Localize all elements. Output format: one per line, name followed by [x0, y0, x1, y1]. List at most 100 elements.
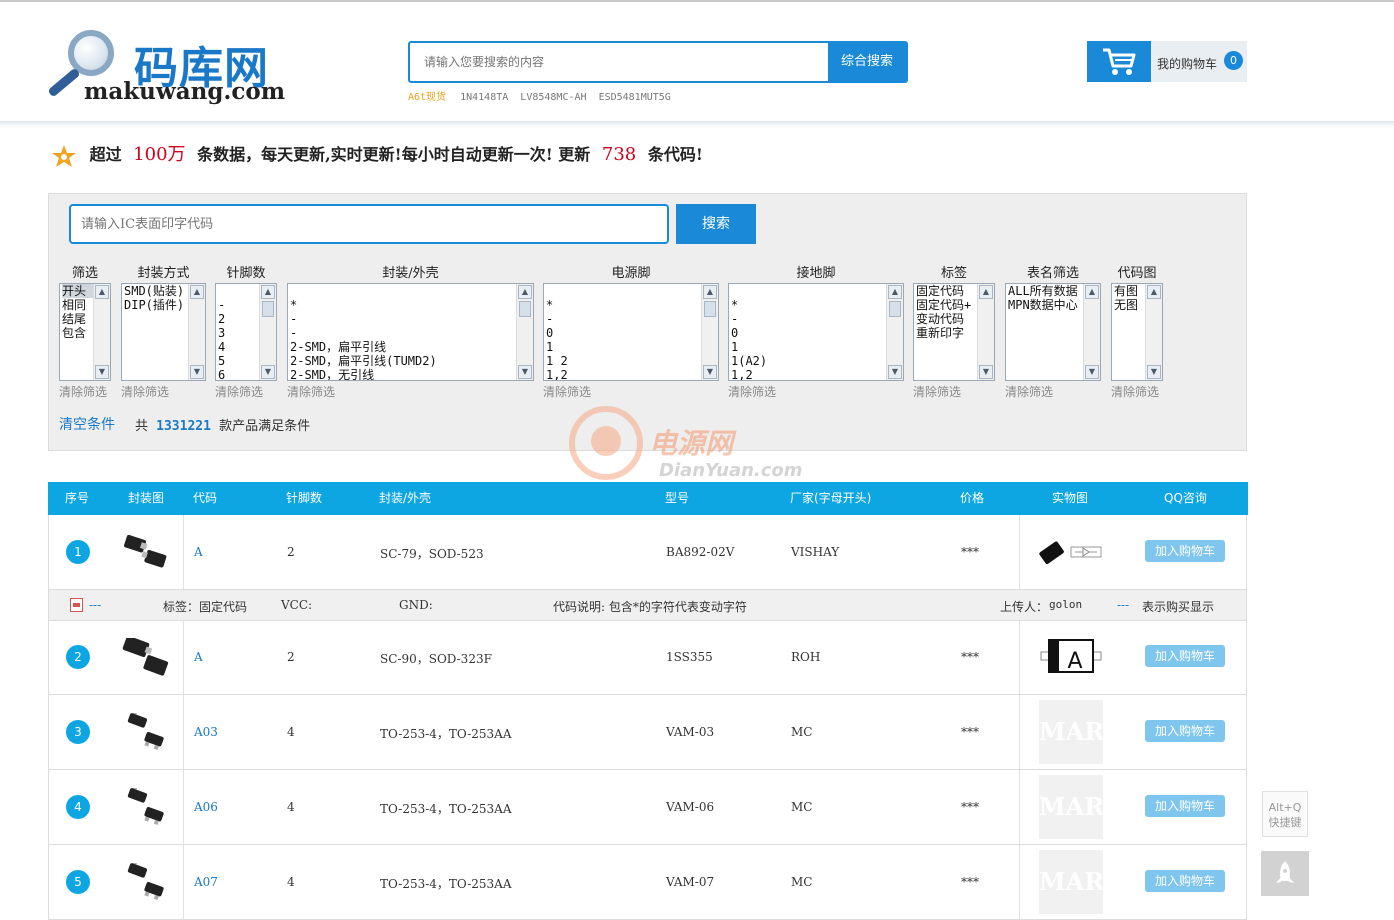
- hot-item[interactable]: LV8548MC-AH: [520, 92, 586, 103]
- filter-option[interactable]: [218, 284, 260, 298]
- filter-option[interactable]: *: [290, 298, 517, 312]
- filter-option[interactable]: -: [731, 312, 887, 326]
- scroll-up-icon[interactable]: ▲: [979, 285, 993, 299]
- filter-option[interactable]: 0: [731, 326, 887, 340]
- filter-option[interactable]: [546, 284, 702, 298]
- add-to-cart-button[interactable]: 加入购物车: [1145, 795, 1225, 817]
- filter-option[interactable]: -: [546, 312, 702, 326]
- clear-filter-link[interactable]: 清除筛选: [215, 383, 277, 400]
- filter-option[interactable]: 1: [546, 340, 702, 354]
- filter-option[interactable]: -: [290, 326, 517, 340]
- cart-button[interactable]: 我的购物车 0: [1087, 41, 1247, 82]
- add-to-cart-button[interactable]: 加入购物车: [1145, 645, 1225, 667]
- filter-listbox[interactable]: 开头 相同 结尾 包含 ▲ ▼: [59, 283, 111, 381]
- filter-option[interactable]: 无图: [1114, 298, 1146, 312]
- filter-option[interactable]: [290, 284, 517, 298]
- scroll-down-icon[interactable]: ▼: [979, 365, 993, 379]
- site-logo[interactable]: 码库网 makuwang.com: [47, 28, 285, 108]
- scroll-thumb[interactable]: [519, 301, 531, 317]
- scroll-down-icon[interactable]: ▼: [190, 365, 204, 379]
- listbox-scrollbar[interactable]: ▲ ▼: [977, 284, 994, 380]
- clear-filter-link[interactable]: 清除筛选: [121, 383, 206, 400]
- filter-option[interactable]: ALL所有数据: [1008, 284, 1084, 298]
- scroll-down-icon[interactable]: ▼: [888, 365, 902, 379]
- scroll-down-icon[interactable]: ▼: [1147, 365, 1161, 379]
- clear-all-link[interactable]: 清空条件: [59, 414, 115, 434]
- scroll-up-icon[interactable]: ▲: [261, 285, 275, 299]
- filter-listbox[interactable]: * -0 1 1(A2) 1,2 ▲ ▼: [728, 283, 904, 381]
- scroll-down-icon[interactable]: ▼: [261, 365, 275, 379]
- filter-option[interactable]: 2-SMD，无引线: [290, 368, 517, 380]
- filter-listbox[interactable]: SMD(贴装) DIP(插件) ▲ ▼: [121, 283, 206, 381]
- clear-filter-link[interactable]: 清除筛选: [728, 383, 904, 400]
- code-link[interactable]: A06: [194, 800, 218, 814]
- filter-listbox[interactable]: -2 3 4 5 6 ▲ ▼: [215, 283, 277, 381]
- scroll-up-icon[interactable]: ▲: [1147, 285, 1161, 299]
- filter-option[interactable]: 固定代码+: [916, 298, 978, 312]
- scroll-up-icon[interactable]: ▲: [888, 285, 902, 299]
- filter-option[interactable]: -: [290, 312, 517, 326]
- global-search-input[interactable]: [410, 43, 828, 81]
- filter-option[interactable]: SMD(贴装): [124, 284, 189, 298]
- filter-option[interactable]: 2-SMD，扁平引线: [290, 340, 517, 354]
- back-to-top-button[interactable]: [1261, 851, 1309, 896]
- listbox-scrollbar[interactable]: ▲ ▼: [701, 284, 718, 380]
- clear-filter-link[interactable]: 清除筛选: [1111, 383, 1163, 400]
- scroll-up-icon[interactable]: ▲: [1085, 285, 1099, 299]
- filter-option[interactable]: 1(A2): [731, 354, 887, 368]
- filter-option[interactable]: 1,2: [731, 368, 887, 380]
- hot-item[interactable]: ESD5481MUT5G: [599, 92, 671, 103]
- code-link[interactable]: A: [194, 650, 203, 664]
- filter-option[interactable]: 固定代码: [916, 284, 978, 298]
- code-link[interactable]: A03: [194, 725, 218, 739]
- filter-option[interactable]: 1: [731, 340, 887, 354]
- scroll-thumb[interactable]: [704, 301, 716, 317]
- code-link[interactable]: A07: [194, 875, 218, 889]
- filter-option[interactable]: 2: [218, 312, 260, 326]
- listbox-scrollbar[interactable]: ▲ ▼: [1145, 284, 1162, 380]
- filter-option[interactable]: 结尾: [62, 312, 94, 326]
- filter-option[interactable]: -: [218, 298, 260, 312]
- scroll-down-icon[interactable]: ▼: [1085, 365, 1099, 379]
- add-to-cart-button[interactable]: 加入购物车: [1145, 540, 1225, 562]
- add-to-cart-button[interactable]: 加入购物车: [1145, 720, 1225, 742]
- filter-option[interactable]: 变动代码: [916, 312, 978, 326]
- clear-filter-link[interactable]: 清除筛选: [543, 383, 719, 400]
- scroll-up-icon[interactable]: ▲: [703, 285, 717, 299]
- filter-option[interactable]: 重新印字: [916, 326, 978, 340]
- code-search-input[interactable]: [71, 206, 667, 242]
- filter-option[interactable]: 2-SMD，扁平引线(TUMD2): [290, 354, 517, 368]
- filter-option[interactable]: DIP(插件): [124, 298, 189, 312]
- filter-option[interactable]: 4: [218, 340, 260, 354]
- listbox-scrollbar[interactable]: ▲ ▼: [188, 284, 205, 380]
- code-link[interactable]: A: [194, 545, 203, 559]
- scroll-up-icon[interactable]: ▲: [95, 285, 109, 299]
- filter-option[interactable]: 3: [218, 326, 260, 340]
- shortcut-help[interactable]: Alt+Q 快捷键: [1262, 791, 1308, 837]
- listbox-scrollbar[interactable]: ▲ ▼: [93, 284, 110, 380]
- filter-option[interactable]: 相同: [62, 298, 94, 312]
- clear-filter-link[interactable]: 清除筛选: [59, 383, 111, 400]
- hot-item[interactable]: 1N4148TA: [460, 92, 508, 103]
- listbox-scrollbar[interactable]: ▲ ▼: [259, 284, 276, 380]
- filter-option[interactable]: 0: [546, 326, 702, 340]
- filter-option[interactable]: 6: [218, 368, 260, 380]
- filter-option[interactable]: 1,2: [546, 368, 702, 380]
- listbox-scrollbar[interactable]: ▲ ▼: [516, 284, 533, 380]
- scroll-thumb[interactable]: [262, 301, 274, 317]
- pdf-link[interactable]: ---: [89, 598, 101, 612]
- clear-filter-link[interactable]: 清除筛选: [287, 383, 534, 400]
- scroll-down-icon[interactable]: ▼: [703, 365, 717, 379]
- code-search-button[interactable]: 搜索: [676, 204, 756, 244]
- filter-option[interactable]: 1 2: [546, 354, 702, 368]
- clear-filter-link[interactable]: 清除筛选: [1005, 383, 1101, 400]
- global-search-button[interactable]: 综合搜索: [828, 43, 906, 81]
- scroll-up-icon[interactable]: ▲: [190, 285, 204, 299]
- listbox-scrollbar[interactable]: ▲ ▼: [886, 284, 903, 380]
- filter-listbox[interactable]: 固定代码 固定代码+ 变动代码 重新印字 ▲ ▼: [913, 283, 995, 381]
- filter-listbox[interactable]: 有图 无图 ▲ ▼: [1111, 283, 1163, 381]
- filter-option[interactable]: [731, 284, 887, 298]
- listbox-scrollbar[interactable]: ▲ ▼: [1083, 284, 1100, 380]
- scroll-down-icon[interactable]: ▼: [518, 365, 532, 379]
- filter-option[interactable]: 有图: [1114, 284, 1146, 298]
